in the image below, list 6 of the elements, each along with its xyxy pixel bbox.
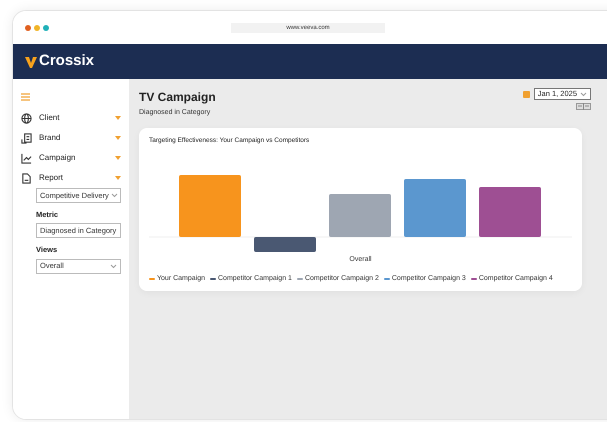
sidebar-item[interactable]: Client (21, 108, 121, 128)
brand-name: Crossix (39, 51, 94, 72)
sidebar-item[interactable]: Report (21, 168, 121, 188)
page-title: TV Campaign (139, 89, 216, 106)
sidebar-item[interactable]: Brand (21, 128, 121, 148)
sidebar-item[interactable]: Campaign (21, 148, 121, 168)
